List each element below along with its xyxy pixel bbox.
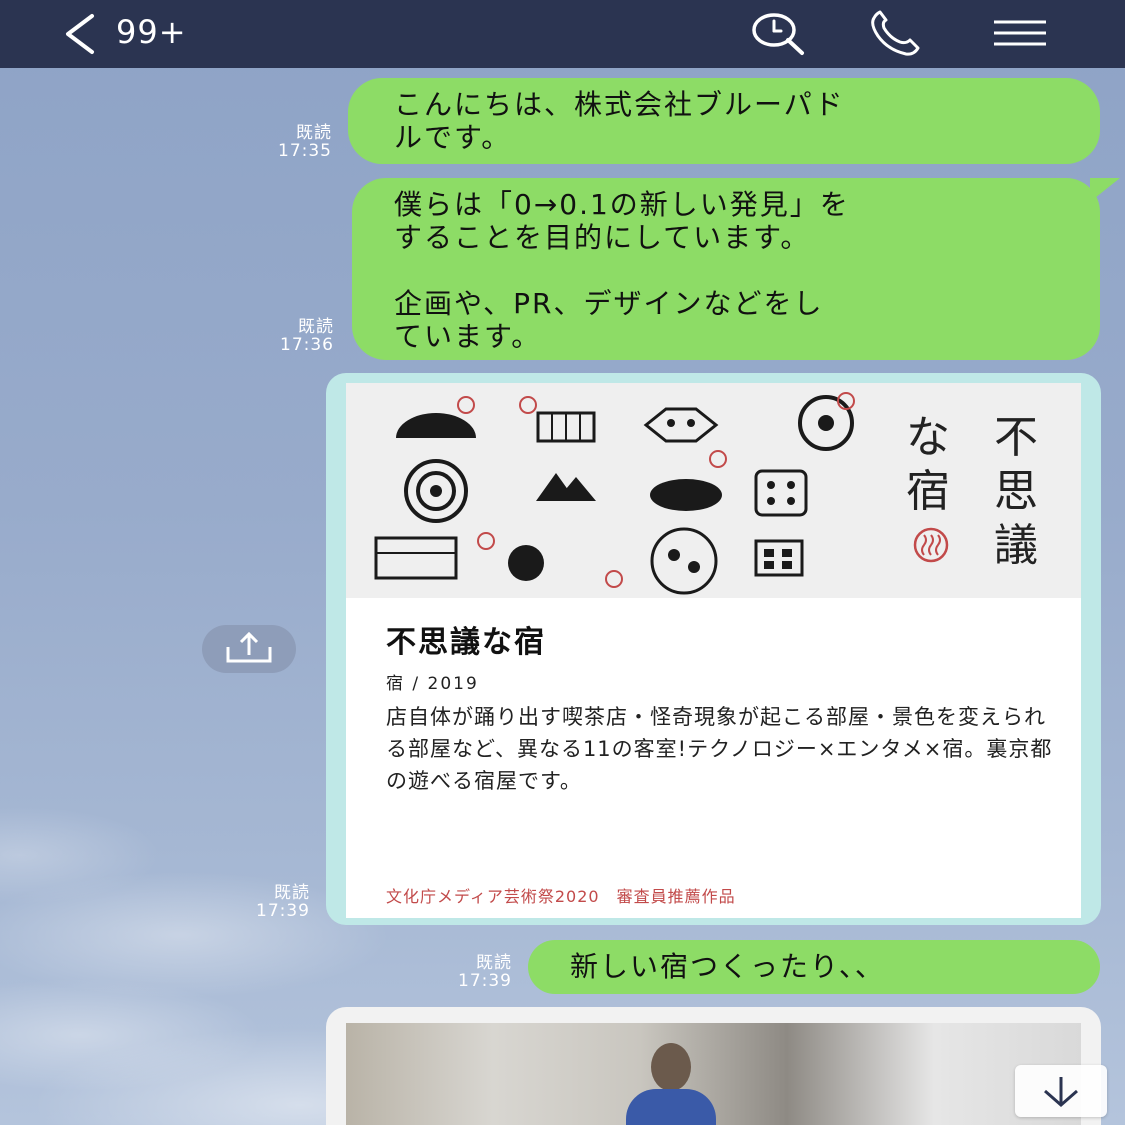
hero-title-text-1: な宿 — [906, 412, 950, 517]
menu-button[interactable] — [990, 10, 1048, 58]
read-label: 既読 — [476, 953, 512, 973]
call-button[interactable] — [866, 10, 924, 58]
message-bubble[interactable]: 新しい宿つくったり、、 — [528, 940, 1100, 994]
rich-message-card[interactable]: な宿 不思議 不思議な宿 宿 / 2019 店自体が踊り出す喫茶店・怪奇現象が起… — [326, 373, 1101, 925]
share-icon — [226, 631, 272, 663]
share-button[interactable] — [202, 625, 296, 673]
message-time: 17:39 — [256, 901, 310, 921]
search-button[interactable] — [748, 10, 806, 58]
message-meta: 既読 17:36 — [232, 318, 334, 354]
read-label: 既読 — [274, 883, 310, 903]
message-text: 僕らは「0→0.1の新しい発見」を することを目的にしています。 企画や、PR、… — [394, 188, 850, 353]
message-meta: 既読 17:39 — [206, 884, 310, 920]
read-label: 既読 — [296, 123, 332, 143]
message-time: 17:39 — [458, 971, 512, 991]
card-description: 店自体が踊り出す喫茶店・怪奇現象が起こる部屋・景色を変えられる部屋など、異なる1… — [386, 705, 1053, 793]
message-time: 17:36 — [280, 335, 334, 355]
card-award: 文化庁メディア芸術祭2020 審査員推薦作品 — [386, 887, 736, 906]
phone-icon — [871, 10, 920, 56]
person-figure — [616, 1043, 726, 1125]
back-button[interactable] — [58, 12, 102, 56]
arrow-down-icon — [1044, 1077, 1078, 1107]
hero-title-left: な宿 — [906, 411, 954, 519]
card-hero-image: な宿 不思議 — [346, 383, 1081, 598]
read-label: 既読 — [298, 317, 334, 337]
hero-title-text-2: 不思議 — [994, 412, 1038, 571]
hero-title-right: 不思議 — [994, 411, 1042, 573]
hamburger-menu-icon — [994, 20, 1046, 46]
message-meta: 既読 17:35 — [230, 124, 332, 160]
message-bubble[interactable]: 僕らは「0→0.1の新しい発見」を することを目的にしています。 企画や、PR、… — [352, 178, 1100, 360]
scroll-to-bottom-button[interactable] — [1015, 1065, 1107, 1117]
card-subtitle: 宿 / 2019 — [386, 674, 479, 694]
message-text: 新しい宿つくったり、、 — [570, 950, 885, 983]
message-text: こんにちは、株式会社ブルーパド ルです。 — [394, 88, 845, 154]
bubble-tail — [1090, 178, 1120, 202]
card-title: 不思議な宿 — [386, 625, 546, 660]
message-meta: 既読 17:39 — [408, 954, 512, 990]
chat-header: 99+ — [0, 0, 1125, 68]
message-bubble[interactable]: こんにちは、株式会社ブルーパド ルです。 — [348, 78, 1100, 164]
photo-message-card[interactable] — [326, 1007, 1101, 1125]
photo-image — [346, 1023, 1081, 1125]
card-body: な宿 不思議 不思議な宿 宿 / 2019 店自体が踊り出す喫茶店・怪奇現象が起… — [346, 383, 1081, 918]
onsen-mark-icon — [913, 527, 949, 563]
unread-count[interactable]: 99+ — [116, 12, 187, 52]
search-icon — [752, 13, 804, 55]
chevron-left-icon — [66, 14, 94, 54]
message-time: 17:35 — [278, 141, 332, 161]
room-stamps-illustration — [374, 392, 855, 595]
